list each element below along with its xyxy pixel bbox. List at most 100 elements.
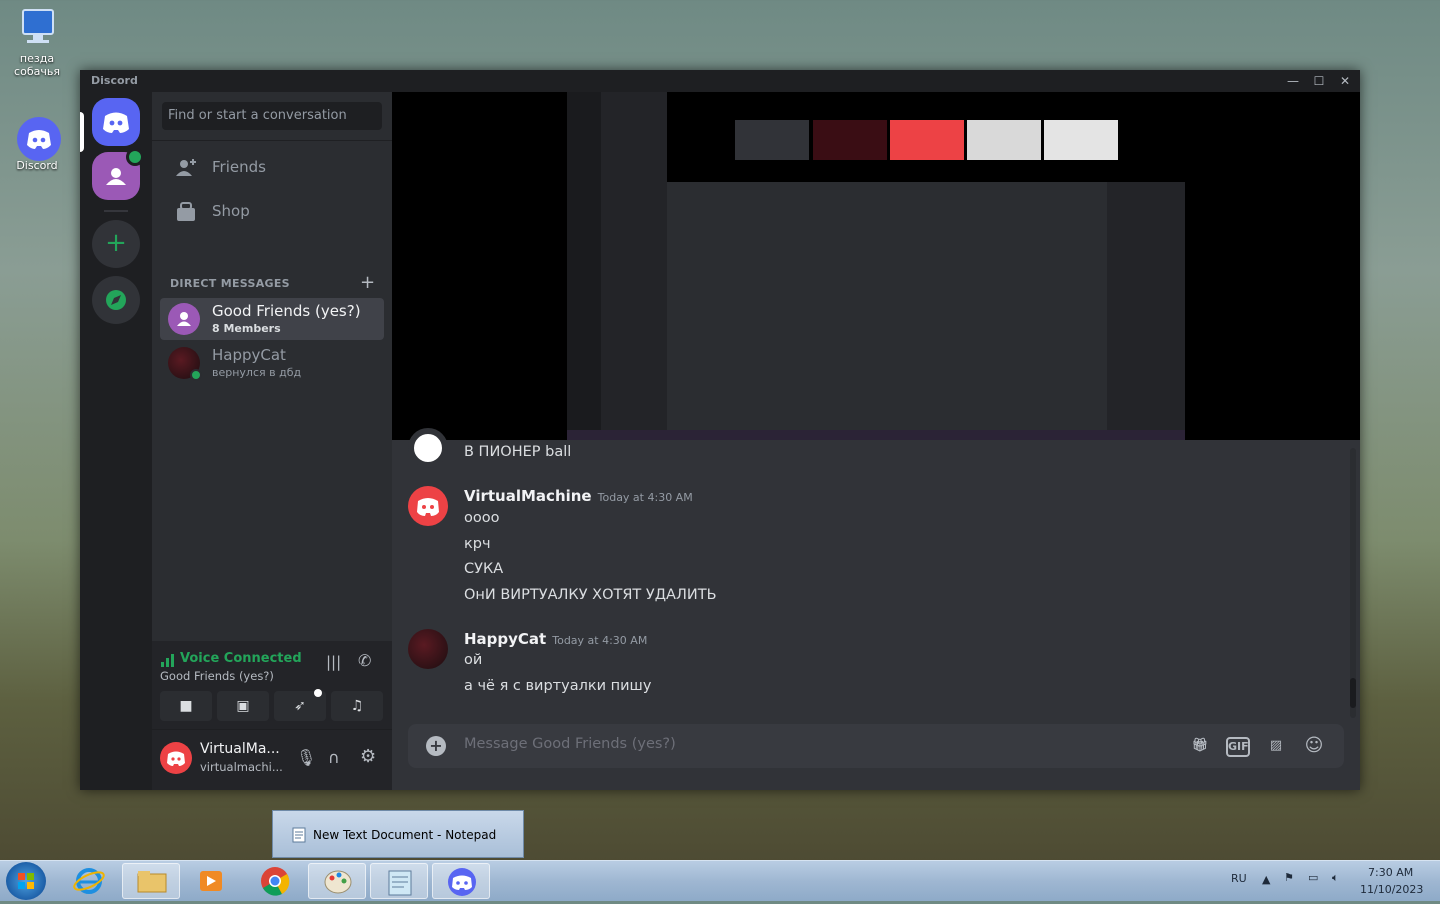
window-title: Discord: [91, 74, 138, 87]
noise-suppression-icon[interactable]: |||: [326, 653, 341, 671]
desktop-icon-computer[interactable]: пезда собачья: [5, 8, 69, 78]
soundboard-button[interactable]: ♫: [331, 691, 383, 721]
show-hidden-icons[interactable]: ▲: [1262, 873, 1270, 886]
stream-tile: [967, 120, 1041, 160]
online-status-icon: [190, 369, 202, 381]
network-icon[interactable]: ▭: [1308, 871, 1318, 884]
upload-plus-icon[interactable]: +: [426, 736, 446, 756]
notification-dot: [314, 689, 322, 697]
scrollbar-thumb[interactable]: [1350, 678, 1356, 708]
avatar[interactable]: [408, 428, 448, 468]
taskbar-explorer[interactable]: [122, 863, 180, 899]
avatar[interactable]: [408, 486, 448, 526]
screen-share-stream[interactable]: [392, 92, 1360, 440]
dm-name: HappyCat: [212, 346, 286, 364]
message-text: крч: [464, 536, 491, 552]
stream-video: [567, 92, 1185, 440]
paint-icon: [324, 870, 352, 894]
message-text: а чё я с виртуалки пишу: [464, 678, 652, 694]
dm-item-good-friends[interactable]: Good Friends (yes?) 8 Members: [160, 298, 384, 340]
settings-gear-icon[interactable]: ⚙: [360, 746, 376, 767]
gif-button[interactable]: GIF: [1226, 737, 1250, 757]
taskbar: RU ▲ ⚑ ▭ 🔈︎ 7:30 AM 11/10/2023: [0, 860, 1440, 901]
avatar[interactable]: [160, 742, 192, 774]
language-indicator[interactable]: RU: [1231, 872, 1247, 885]
notepad-icon: [388, 870, 412, 896]
gift-icon[interactable]: 🎁︎: [1188, 734, 1212, 758]
nav-friends[interactable]: Friends: [160, 148, 384, 188]
desktop-icon-label: пезда собачья: [14, 52, 60, 78]
gif-label: GIF: [1228, 740, 1249, 753]
chrome-icon: [261, 867, 290, 896]
separator: [104, 210, 128, 212]
taskbar-chrome[interactable]: [246, 863, 304, 899]
volume-muted-icon[interactable]: 🔈︎: [1332, 871, 1339, 885]
stream-tile: [890, 120, 964, 160]
dm-panel: Find or start a conversation Friends Sho…: [152, 92, 392, 790]
group-avatar: [168, 303, 200, 335]
user-name[interactable]: VirtualMa...: [200, 741, 280, 757]
notepad-icon: [292, 827, 306, 843]
sticker-icon[interactable]: ▨: [1264, 734, 1288, 758]
headphones-icon[interactable]: ∩: [328, 748, 340, 767]
taskbar-discord[interactable]: [432, 863, 490, 899]
home-button[interactable]: [92, 98, 140, 146]
discord-icon: [417, 498, 439, 516]
clock-time[interactable]: 7:30 AM: [1368, 866, 1413, 879]
dm-name: Good Friends (yes?): [212, 302, 361, 320]
taskbar-internet-explorer[interactable]: [60, 863, 118, 899]
stream-taskbar: [567, 430, 1185, 440]
message-author[interactable]: HappyCat Today at 4:30 AM: [464, 630, 647, 648]
nav-shop[interactable]: Shop: [160, 192, 384, 232]
signal-icon: [161, 654, 174, 667]
discord-icon: [167, 751, 185, 766]
compass-icon: [106, 290, 126, 310]
selected-indicator: [80, 112, 84, 152]
message-input[interactable]: Message Good Friends (yes?): [464, 736, 676, 752]
close-icon[interactable]: ✕: [1334, 72, 1356, 90]
activity-button[interactable]: ➶: [274, 689, 326, 721]
screen-share-button[interactable]: ▣: [217, 691, 269, 721]
taskbar-preview-notepad[interactable]: New Text Document - Notepad: [272, 810, 524, 858]
voice-panel: Voice Connected Good Friends (yes?) ||| …: [152, 641, 392, 730]
chat-scrollbar[interactable]: [1350, 448, 1356, 718]
main-chat: В ПИОНЕР ball VirtualMachine Today at 4:3…: [392, 92, 1360, 790]
maximize-icon[interactable]: ☐: [1308, 72, 1330, 90]
discord-window: Discord — ☐ ✕ + Find or start a conversa…: [80, 70, 1360, 790]
message-text: СУКА: [464, 561, 504, 577]
stream-tile: [735, 120, 809, 160]
soundboard-icon: ♫: [350, 698, 364, 714]
emoji-icon[interactable]: ☺: [1302, 734, 1326, 758]
camera-button[interactable]: ■: [160, 691, 212, 721]
search-input[interactable]: Find or start a conversation: [162, 102, 382, 130]
taskbar-media-player[interactable]: [182, 863, 240, 899]
user-tag[interactable]: virtualmachi...: [200, 760, 283, 774]
taskbar-notepad[interactable]: [370, 863, 428, 899]
desktop-icon-discord[interactable]: Discord: [5, 115, 69, 172]
user-panel: VirtualMa... virtualmachi... 🎙︎ ∩ ⚙: [152, 730, 392, 790]
microphone-icon[interactable]: 🎙︎: [296, 748, 316, 767]
clock-date[interactable]: 11/10/2023: [1360, 883, 1423, 896]
friends-icon: [176, 159, 196, 176]
plus-icon: +: [105, 228, 127, 258]
author-name[interactable]: HappyCat: [464, 630, 546, 648]
avatar[interactable]: [408, 629, 448, 669]
timestamp: Today at 4:30 AM: [597, 491, 693, 504]
start-button[interactable]: [6, 862, 46, 900]
voice-channel[interactable]: Good Friends (yes?): [160, 669, 274, 683]
message-author[interactable]: VirtualMachine Today at 4:30 AM: [464, 487, 693, 505]
dm-item-happycat[interactable]: HappyCat вернулся в дбд: [160, 342, 384, 384]
explore-button[interactable]: [92, 276, 140, 324]
voice-status[interactable]: Voice Connected: [180, 651, 302, 666]
action-center-icon[interactable]: ⚑: [1284, 871, 1294, 884]
dm-subtitle: вернулся в дбд: [212, 366, 302, 379]
taskbar-paint[interactable]: [308, 863, 366, 899]
message-composer[interactable]: + Message Good Friends (yes?) 🎁︎ GIF ▨ ☺: [408, 724, 1344, 768]
group-dm-button[interactable]: [92, 148, 144, 200]
create-dm-plus-icon[interactable]: +: [360, 272, 375, 293]
add-server-button[interactable]: +: [92, 220, 140, 268]
author-name[interactable]: VirtualMachine: [464, 487, 592, 505]
disconnect-icon[interactable]: ✆: [358, 651, 371, 670]
stream-sidebar: [601, 92, 667, 440]
minimize-icon[interactable]: —: [1282, 72, 1304, 90]
